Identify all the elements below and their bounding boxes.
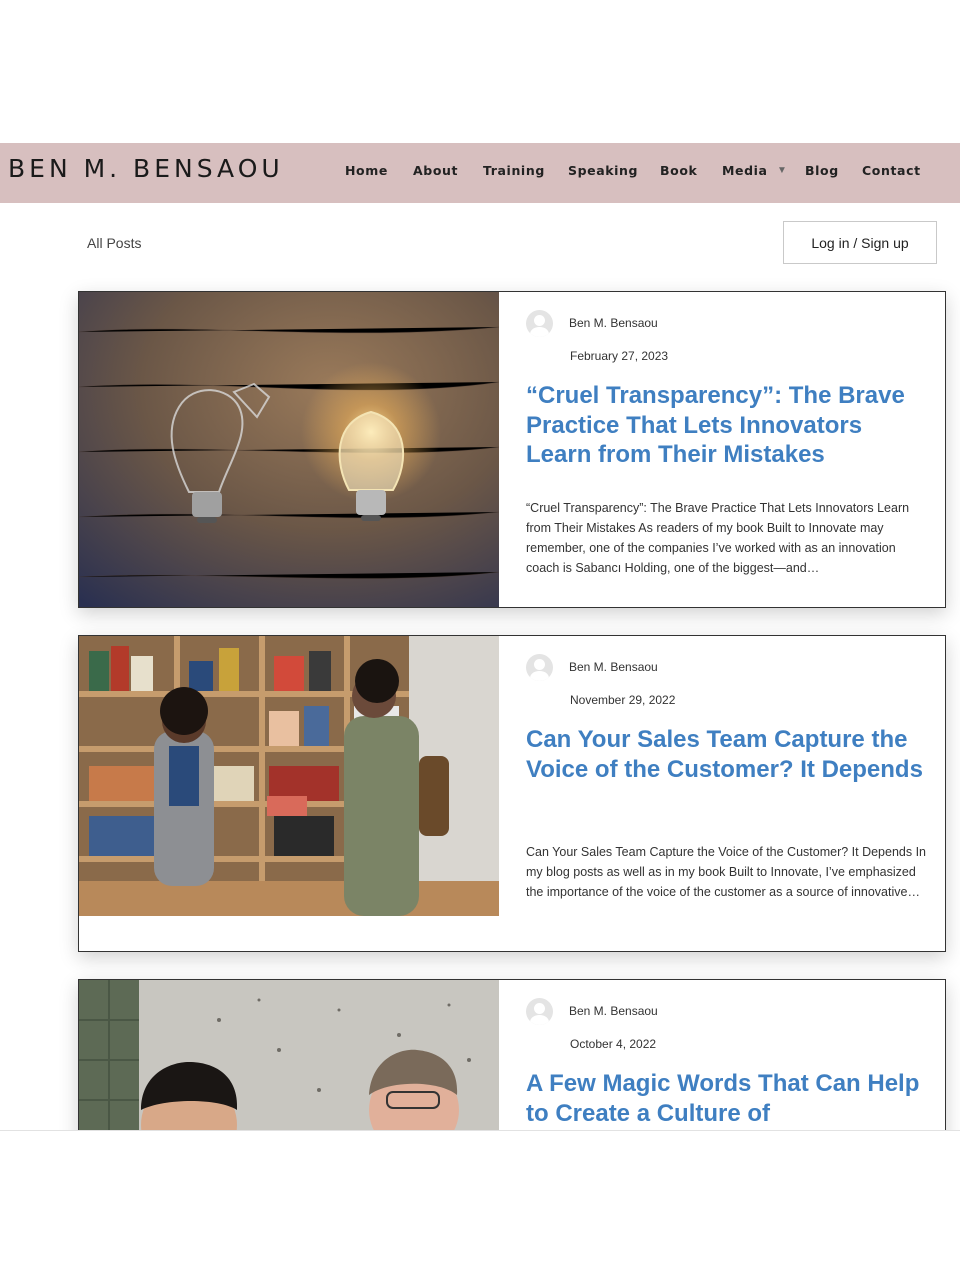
post-author[interactable]: Ben M. Bensaou [569,660,658,674]
post-excerpt: “Cruel Transparency”: The Brave Practice… [526,501,910,575]
post-title[interactable]: “Cruel Transparency”: The Brave Practice… [526,381,926,470]
site-header: BEN M. BENSAOU Home About Training Speak… [0,143,960,203]
author-avatar[interactable] [526,654,553,681]
post-body: Ben M. Bensaou November 29, 2022 Can You… [499,636,945,951]
post-image-light-bulbs[interactable] [79,292,499,607]
author-avatar[interactable] [526,310,553,337]
nav-about[interactable]: About [413,163,458,178]
login-signup-button[interactable]: Log in / Sign up [783,221,937,264]
blank-area [0,1131,960,1280]
post-card[interactable]: Ben M. Bensaou February 27, 2023 “Cruel … [78,291,946,608]
nav-book[interactable]: Book [660,163,697,178]
post-excerpt: Can Your Sales Team Capture the Voice of… [526,845,927,899]
post-author[interactable]: Ben M. Bensaou [569,316,658,330]
chevron-down-icon[interactable]: ▼ [777,165,787,176]
post-date: February 27, 2023 [570,349,669,363]
post-date: October 4, 2022 [570,1037,657,1051]
post-image-bookstore[interactable] [79,636,499,951]
nav-blog[interactable]: Blog [805,163,839,178]
post-title[interactable]: A Few Magic Words That Can Help to Creat… [526,1069,926,1128]
post-body: Ben M. Bensaou February 27, 2023 “Cruel … [499,292,945,607]
nav-speaking[interactable]: Speaking [568,163,638,178]
post-author[interactable]: Ben M. Bensaou [569,1004,658,1018]
site-title[interactable]: BEN M. BENSAOU [8,154,284,183]
nav-home[interactable]: Home [345,163,388,178]
nav-training[interactable]: Training [483,163,545,178]
nav-contact[interactable]: Contact [862,163,921,178]
all-posts-link[interactable]: All Posts [87,235,141,251]
author-avatar[interactable] [526,998,553,1025]
nav-media[interactable]: Media [722,163,768,178]
post-date: November 29, 2022 [570,693,676,707]
post-card[interactable]: Ben M. Bensaou November 29, 2022 Can You… [78,635,946,952]
post-title[interactable]: Can Your Sales Team Capture the Voice of… [526,725,926,784]
